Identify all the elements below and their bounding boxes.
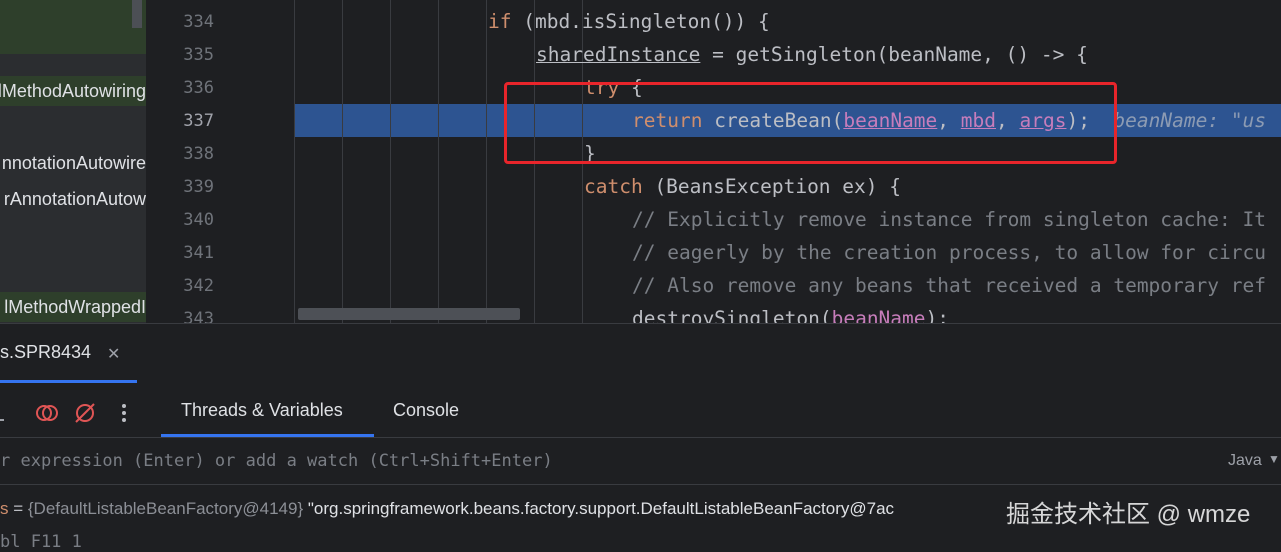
more-options-icon[interactable] bbox=[111, 400, 137, 426]
chevron-down-icon[interactable]: ▼ bbox=[1268, 452, 1280, 466]
language-selector[interactable]: Java bbox=[1228, 452, 1262, 470]
tree-item[interactable]: nnotationAutowire bbox=[0, 148, 146, 178]
variable-equals: = bbox=[8, 499, 28, 518]
tree-scrollbar[interactable] bbox=[132, 0, 142, 28]
step-icon[interactable] bbox=[0, 400, 18, 426]
project-tree: lMethodAutowiring nnotationAutowire rAnn… bbox=[0, 0, 146, 323]
variable-type: {DefaultListableBeanFactory@4149} bbox=[27, 499, 304, 518]
tree-item[interactable]: lMethodWrappedI bbox=[0, 292, 146, 322]
code-line-334: if (mbd.isSingleton()) { bbox=[488, 10, 770, 33]
variable-row-partial[interactable]: bl F11 1 bbox=[0, 532, 82, 552]
line-number-current: 337 bbox=[183, 111, 214, 131]
watermark: 掘金技术社区 @ wmze bbox=[1006, 501, 1251, 528]
tree-item-label: nnotationAutowire bbox=[1, 153, 146, 173]
indent-guide bbox=[342, 0, 343, 323]
variable-value: "org.springframework.beans.factory.suppo… bbox=[303, 499, 895, 518]
tab-console[interactable]: Console bbox=[393, 400, 459, 421]
inline-debug-value: beanName: "us bbox=[1113, 109, 1267, 132]
session-tab-label: s.SPR8434 bbox=[0, 342, 92, 362]
line-number: 340 bbox=[183, 210, 214, 230]
close-icon[interactable]: ✕ bbox=[107, 344, 120, 364]
code-line-339: catch (BeansException ex) { bbox=[584, 175, 901, 198]
line-number: 338 bbox=[183, 144, 214, 164]
divider bbox=[0, 437, 1281, 438]
tree-item-label: lMethodAutowiring bbox=[0, 81, 146, 101]
tab-threads-variables[interactable]: Threads & Variables bbox=[181, 400, 343, 421]
line-number: 334 bbox=[183, 12, 214, 32]
code-line-335: sharedInstance = getSingleton(beanName, … bbox=[536, 43, 1088, 66]
code-line-341: // eagerly by the creation process, to a… bbox=[632, 241, 1266, 264]
code-line-342: // Also remove any beans that received a… bbox=[632, 274, 1266, 297]
variable-name: s bbox=[0, 499, 9, 518]
horizontal-scrollbar[interactable] bbox=[298, 308, 520, 320]
code-editor[interactable]: 334 335 336 337 338 339 340 341 342 343 … bbox=[146, 0, 1281, 323]
line-number: 341 bbox=[183, 243, 214, 263]
mute-breakpoints-icon[interactable] bbox=[72, 400, 98, 426]
session-tab-underline bbox=[0, 380, 137, 383]
watch-expression-input[interactable]: r expression (Enter) or add a watch (Ctr… bbox=[0, 451, 553, 471]
divider bbox=[0, 484, 1281, 485]
code-line-343: destroySingleton(beanName); bbox=[632, 307, 949, 323]
indent-guide bbox=[486, 0, 487, 323]
indent-guide bbox=[438, 0, 439, 323]
code-line-340: // Explicitly remove instance from singl… bbox=[632, 208, 1266, 231]
line-number: 339 bbox=[183, 177, 214, 197]
tree-item[interactable]: lMethodAutowiring bbox=[0, 76, 146, 106]
debug-panel: s.SPR8434 ✕ Threads & Variables Console … bbox=[0, 323, 1281, 552]
debug-session-tab[interactable]: s.SPR8434 ✕ bbox=[0, 324, 137, 384]
indent-guide bbox=[390, 0, 391, 323]
tree-item-label: rAnnotationAutow bbox=[3, 189, 146, 209]
line-number: 343 bbox=[183, 309, 214, 323]
line-number: 335 bbox=[183, 45, 214, 65]
tree-highlight bbox=[0, 0, 146, 54]
variable-row[interactable]: s = {DefaultListableBeanFactory@4149} "o… bbox=[0, 499, 894, 519]
line-number: 336 bbox=[183, 78, 214, 98]
tree-item-label: lMethodWrappedI bbox=[4, 297, 146, 317]
debug-toolbar bbox=[0, 394, 160, 434]
view-breakpoints-icon[interactable] bbox=[34, 400, 60, 426]
tree-item[interactable]: rAnnotationAutow bbox=[0, 184, 146, 214]
line-number: 342 bbox=[183, 276, 214, 296]
indent-guide bbox=[294, 0, 295, 323]
highlight-box bbox=[504, 82, 1117, 164]
